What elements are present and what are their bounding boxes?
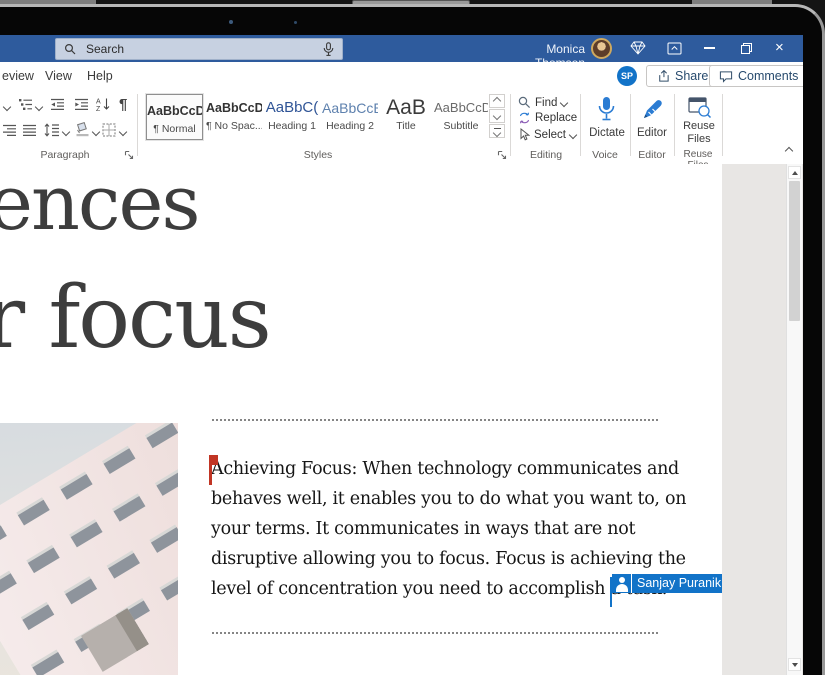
decrease-indent-icon[interactable] xyxy=(50,98,65,111)
chevron-down-icon[interactable] xyxy=(119,128,127,136)
borders-icon[interactable] xyxy=(102,123,116,137)
select-button[interactable]: Select xyxy=(518,128,576,141)
show-formatting-marks-icon[interactable]: ¶ xyxy=(119,96,127,113)
svg-text:Z: Z xyxy=(96,106,101,111)
document-heading-line1: ences xyxy=(0,164,198,247)
ribbon-display-options-icon[interactable] xyxy=(667,42,682,55)
group-divider xyxy=(137,94,138,156)
share-icon xyxy=(656,69,670,83)
scroll-up-button[interactable] xyxy=(788,166,801,179)
document-heading-line2: r focus xyxy=(0,268,270,368)
collaborator-cursor-red xyxy=(209,455,212,485)
styles-gallery-more-button[interactable] xyxy=(489,124,505,138)
minimize-button[interactable] xyxy=(704,47,715,49)
styles-dialog-launcher-icon[interactable] xyxy=(497,150,507,160)
justify-icon[interactable] xyxy=(22,124,37,137)
group-divider xyxy=(580,94,581,156)
chevron-down-icon[interactable] xyxy=(3,103,11,111)
reuse-files-button-line2[interactable]: Files xyxy=(678,133,720,145)
shading-icon[interactable] xyxy=(74,122,91,137)
collaborator-flag[interactable]: Sanjay Puranik xyxy=(612,574,722,593)
document-canvas[interactable]: ences r focus Achieving Focus: When tech… xyxy=(0,164,803,675)
vertical-scrollbar[interactable] xyxy=(786,164,802,675)
screenshot-root: Search Monica Thomson xyxy=(0,0,825,675)
collaborator-name: Sanjay Puranik xyxy=(631,574,722,593)
align-right-icon[interactable] xyxy=(2,124,17,137)
restore-button[interactable] xyxy=(740,42,753,55)
group-divider xyxy=(510,94,511,156)
chevron-down-icon[interactable] xyxy=(62,128,70,136)
avatar[interactable] xyxy=(591,38,612,59)
editor-pen-icon[interactable] xyxy=(641,97,664,121)
presence-avatar[interactable]: SP xyxy=(617,66,637,86)
group-divider xyxy=(630,94,631,156)
close-button[interactable]: × xyxy=(775,40,784,55)
svg-text:A: A xyxy=(96,99,101,106)
scrollbar-thumb[interactable] xyxy=(789,181,800,321)
line-spacing-icon[interactable] xyxy=(44,123,60,137)
dotted-separator-top xyxy=(212,419,658,421)
search-icon xyxy=(64,43,76,55)
comment-icon xyxy=(719,70,733,83)
styles-group-label: Styles xyxy=(146,149,490,161)
chevron-down-icon[interactable] xyxy=(92,128,100,136)
search-input[interactable]: Search xyxy=(55,38,343,60)
ribbon: A Z ¶ xyxy=(0,90,803,165)
reuse-files-icon[interactable] xyxy=(687,96,712,119)
search-placeholder: Search xyxy=(86,42,323,56)
style-subtitle[interactable]: AaBbCcD Subtitle xyxy=(434,94,488,140)
document-page[interactable]: ences r focus Achieving Focus: When tech… xyxy=(0,164,722,675)
select-cursor-icon xyxy=(518,128,530,141)
paragraph-group-label: Paragraph xyxy=(0,149,130,161)
styles-gallery-up-button[interactable] xyxy=(489,94,505,108)
ribbon-tab-row: eview View Help SP Share Comments xyxy=(0,62,803,90)
dictate-microphone-icon[interactable] xyxy=(596,96,617,123)
editor-group-label: Editor xyxy=(630,149,674,161)
premium-gem-icon[interactable] xyxy=(630,41,646,55)
person-icon xyxy=(612,574,631,593)
title-bar: Search Monica Thomson xyxy=(0,35,803,62)
microphone-icon[interactable] xyxy=(323,42,334,57)
group-divider xyxy=(674,94,675,156)
find-icon xyxy=(518,96,531,109)
dictate-button[interactable]: Dictate xyxy=(584,127,630,139)
style-no-spacing[interactable]: AaBbCcDd ¶ No Spac... xyxy=(206,94,262,140)
device-camera-dot xyxy=(229,20,233,24)
paragraph-dialog-launcher-icon[interactable] xyxy=(124,150,134,160)
scroll-down-button[interactable] xyxy=(788,658,801,671)
document-image-building xyxy=(0,423,178,675)
chevron-down-icon[interactable] xyxy=(35,103,43,111)
find-button[interactable]: Find xyxy=(518,96,567,109)
editor-button[interactable]: Editor xyxy=(631,127,673,139)
device-sensor-dot xyxy=(294,21,297,24)
increase-indent-icon[interactable] xyxy=(74,98,89,111)
style-normal[interactable]: AaBbCcDd ¶ Normal xyxy=(146,94,203,140)
styles-gallery-down-button[interactable] xyxy=(489,109,505,123)
tab-review-partial[interactable]: eview xyxy=(2,69,34,83)
style-title[interactable]: AaB Title xyxy=(380,94,432,140)
comments-button[interactable]: Comments xyxy=(709,65,803,87)
tab-view[interactable]: View xyxy=(45,69,72,83)
collapse-ribbon-icon[interactable] xyxy=(785,147,793,155)
comments-label: Comments xyxy=(738,69,798,83)
voice-group-label: Voice xyxy=(582,149,628,161)
share-label: Share xyxy=(675,69,708,83)
replace-button[interactable]: Replace xyxy=(518,112,577,124)
chevron-down-icon xyxy=(560,98,568,106)
sort-icon[interactable]: A Z xyxy=(96,97,111,111)
reuse-files-button[interactable]: Reuse xyxy=(678,120,720,132)
share-button[interactable]: Share xyxy=(646,65,718,87)
replace-icon xyxy=(518,112,531,124)
style-heading-2[interactable]: AaBbCcE Heading 2 xyxy=(322,94,378,140)
tab-help[interactable]: Help xyxy=(87,69,113,83)
group-divider xyxy=(722,94,723,156)
word-window: Search Monica Thomson xyxy=(0,35,803,675)
chevron-down-icon xyxy=(569,130,577,138)
style-heading-1[interactable]: AaBbC( Heading 1 xyxy=(264,94,320,140)
dotted-separator-bottom xyxy=(212,632,658,634)
editing-group-label: Editing xyxy=(512,149,580,161)
multilevel-list-icon[interactable] xyxy=(18,98,33,111)
